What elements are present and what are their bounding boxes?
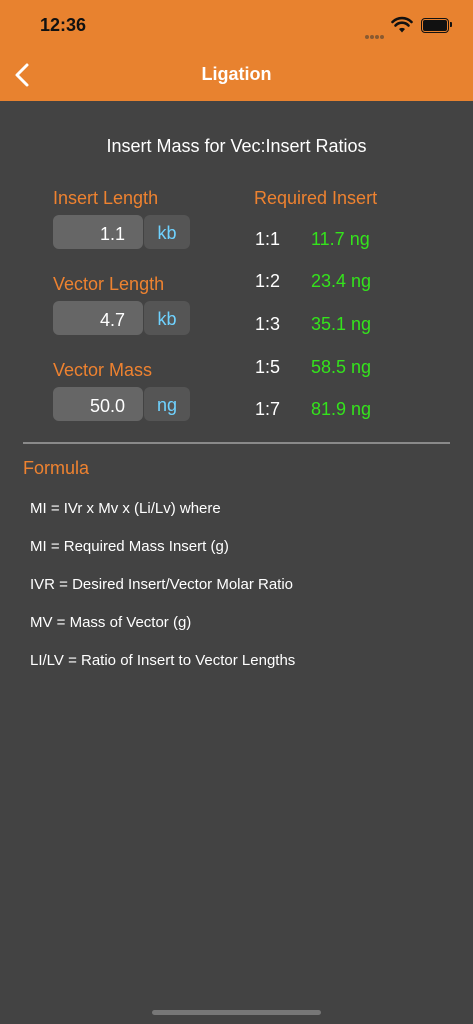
navigation-bar: 12:36 Ligation — [0, 0, 473, 101]
insert-length-field[interactable]: 1.1 — [53, 215, 143, 249]
mass-value: 35.1 ng — [311, 314, 372, 334]
vector-length-unit[interactable]: kb — [144, 301, 190, 335]
mass-value: 11.7 ng — [311, 229, 370, 249]
section-title: Insert Mass for Vec:Insert Ratios — [106, 136, 367, 156]
formula-line: LI/LV = Ratio of Insert to Vector Length… — [30, 652, 296, 669]
mass-value: 23.4 ng — [311, 271, 372, 291]
wifi-icon — [391, 16, 413, 33]
formula-line: MV = Mass of Vector (g) — [30, 614, 192, 631]
vector-mass-label: Vector Mass — [53, 360, 153, 380]
divider — [23, 442, 450, 444]
formula-line: IVR = Desired Insert/Vector Molar Ratio — [30, 576, 294, 593]
vector-mass-unit[interactable]: ng — [144, 387, 190, 421]
vector-mass-field[interactable]: 50.0 — [53, 387, 143, 421]
vector-length-field[interactable]: 4.7 — [53, 301, 143, 335]
battery-icon — [421, 18, 452, 33]
insert-length-unit[interactable]: kb — [144, 215, 190, 249]
formula-title: Formula — [23, 458, 90, 478]
signal-icon — [365, 26, 387, 39]
vector-length-label: Vector Length — [53, 274, 165, 294]
insert-length-label: Insert Length — [53, 188, 159, 208]
page-title: Ligation — [201, 64, 272, 84]
ratio-label: 1:2 — [255, 271, 281, 291]
formula-line: MI = Required Mass Insert (g) — [30, 538, 229, 555]
ratio-label: 1:3 — [255, 314, 281, 334]
status-time: 12:36 — [40, 15, 87, 35]
mass-value: 81.9 ng — [311, 399, 372, 419]
home-indicator[interactable] — [152, 1010, 321, 1015]
required-insert-label: Required Insert — [254, 188, 378, 208]
formula-line: MI = IVr x Mv x (Li/Lv) where — [30, 500, 221, 517]
ratio-label: 1:7 — [255, 399, 281, 419]
ratio-label: 1:5 — [255, 357, 281, 377]
mass-value: 58.5 ng — [311, 357, 372, 377]
ratio-label: 1:1 — [255, 229, 281, 249]
